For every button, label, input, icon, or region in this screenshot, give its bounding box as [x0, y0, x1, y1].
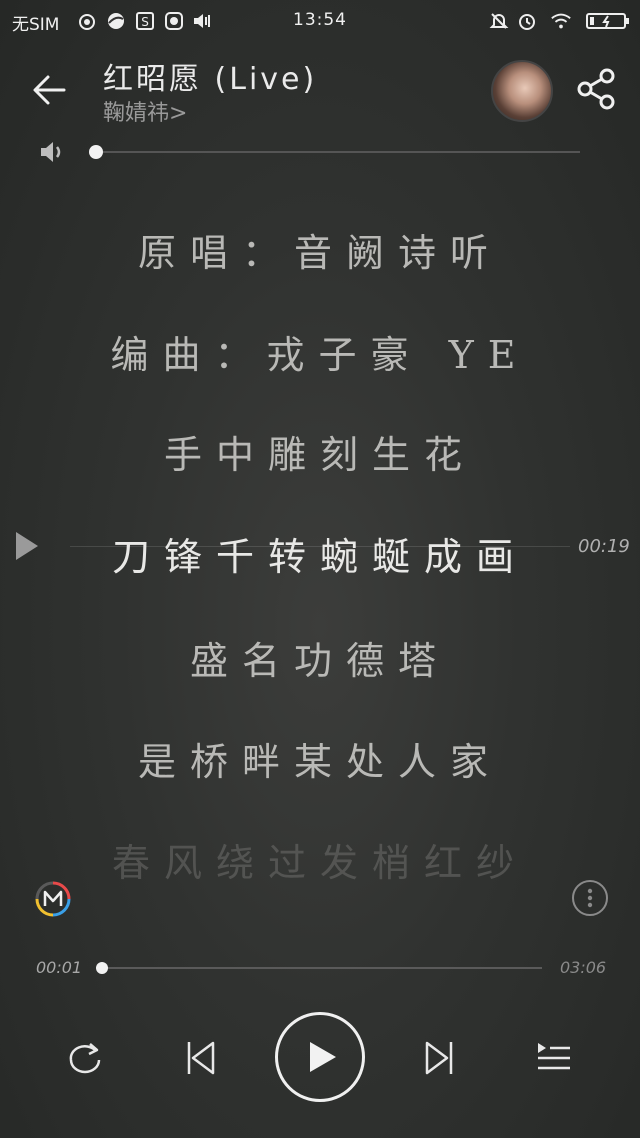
arrow-left-icon [33, 75, 66, 105]
mute-bell-icon [488, 10, 510, 32]
back-button[interactable] [28, 68, 72, 112]
more-options-button[interactable] [572, 880, 608, 916]
total-time: 03:06 [560, 958, 607, 977]
speaker-icon [41, 142, 61, 162]
repeat-icon [69, 1043, 101, 1074]
status-bar: 无SIM S 13:54 [0, 0, 640, 44]
play-icon [310, 1042, 336, 1072]
artist-name: 鞠婧祎 [103, 101, 170, 126]
lyric-cursor-time: 00:19 [578, 536, 630, 557]
lyric-line: 春风绕过发梢红纱 [111, 841, 528, 885]
chevron-right-icon: > [169, 101, 188, 126]
play-pause-button[interactable] [275, 1012, 365, 1102]
lyric-line-current: 刀锋千转蜿蜒成画 [111, 535, 528, 579]
battery-icon [586, 10, 630, 32]
alarm-icon [516, 10, 538, 32]
app-logo-button[interactable] [34, 880, 72, 918]
lyric-line: 手中雕刻生花 [163, 433, 476, 477]
progress-thumb[interactable] [96, 962, 109, 974]
volume-slider[interactable] [96, 151, 580, 153]
artist-avatar[interactable] [491, 60, 553, 122]
clock: 13:54 [293, 10, 347, 30]
playlist-button[interactable] [526, 1030, 582, 1086]
lyric-line: 编曲：戎子豪 YE [110, 333, 530, 377]
song-title: 红昭愿 (Live) [103, 62, 318, 97]
skip-next-icon [425, 1041, 453, 1075]
skip-previous-icon [187, 1041, 215, 1075]
volume-button[interactable] [38, 138, 68, 166]
previous-button[interactable] [173, 1030, 229, 1086]
next-button[interactable] [411, 1030, 467, 1086]
progress-slider[interactable] [100, 967, 542, 969]
current-time: 00:01 [36, 958, 83, 977]
repeat-button[interactable] [57, 1030, 113, 1086]
lyric-line: 原唱：音阙诗听 [137, 231, 502, 275]
lyric-line: 是桥畔某处人家 [137, 740, 502, 784]
app-logo-icon [35, 881, 71, 917]
playlist-icon [538, 1043, 570, 1070]
share-icon [577, 68, 615, 110]
volume-thumb[interactable] [89, 145, 103, 159]
share-button[interactable] [574, 66, 620, 112]
wifi-icon [550, 10, 572, 32]
lyric-line: 盛名功德塔 [189, 639, 450, 683]
more-vertical-icon [587, 888, 593, 908]
artist-link[interactable]: 鞠婧祎> [103, 95, 187, 127]
